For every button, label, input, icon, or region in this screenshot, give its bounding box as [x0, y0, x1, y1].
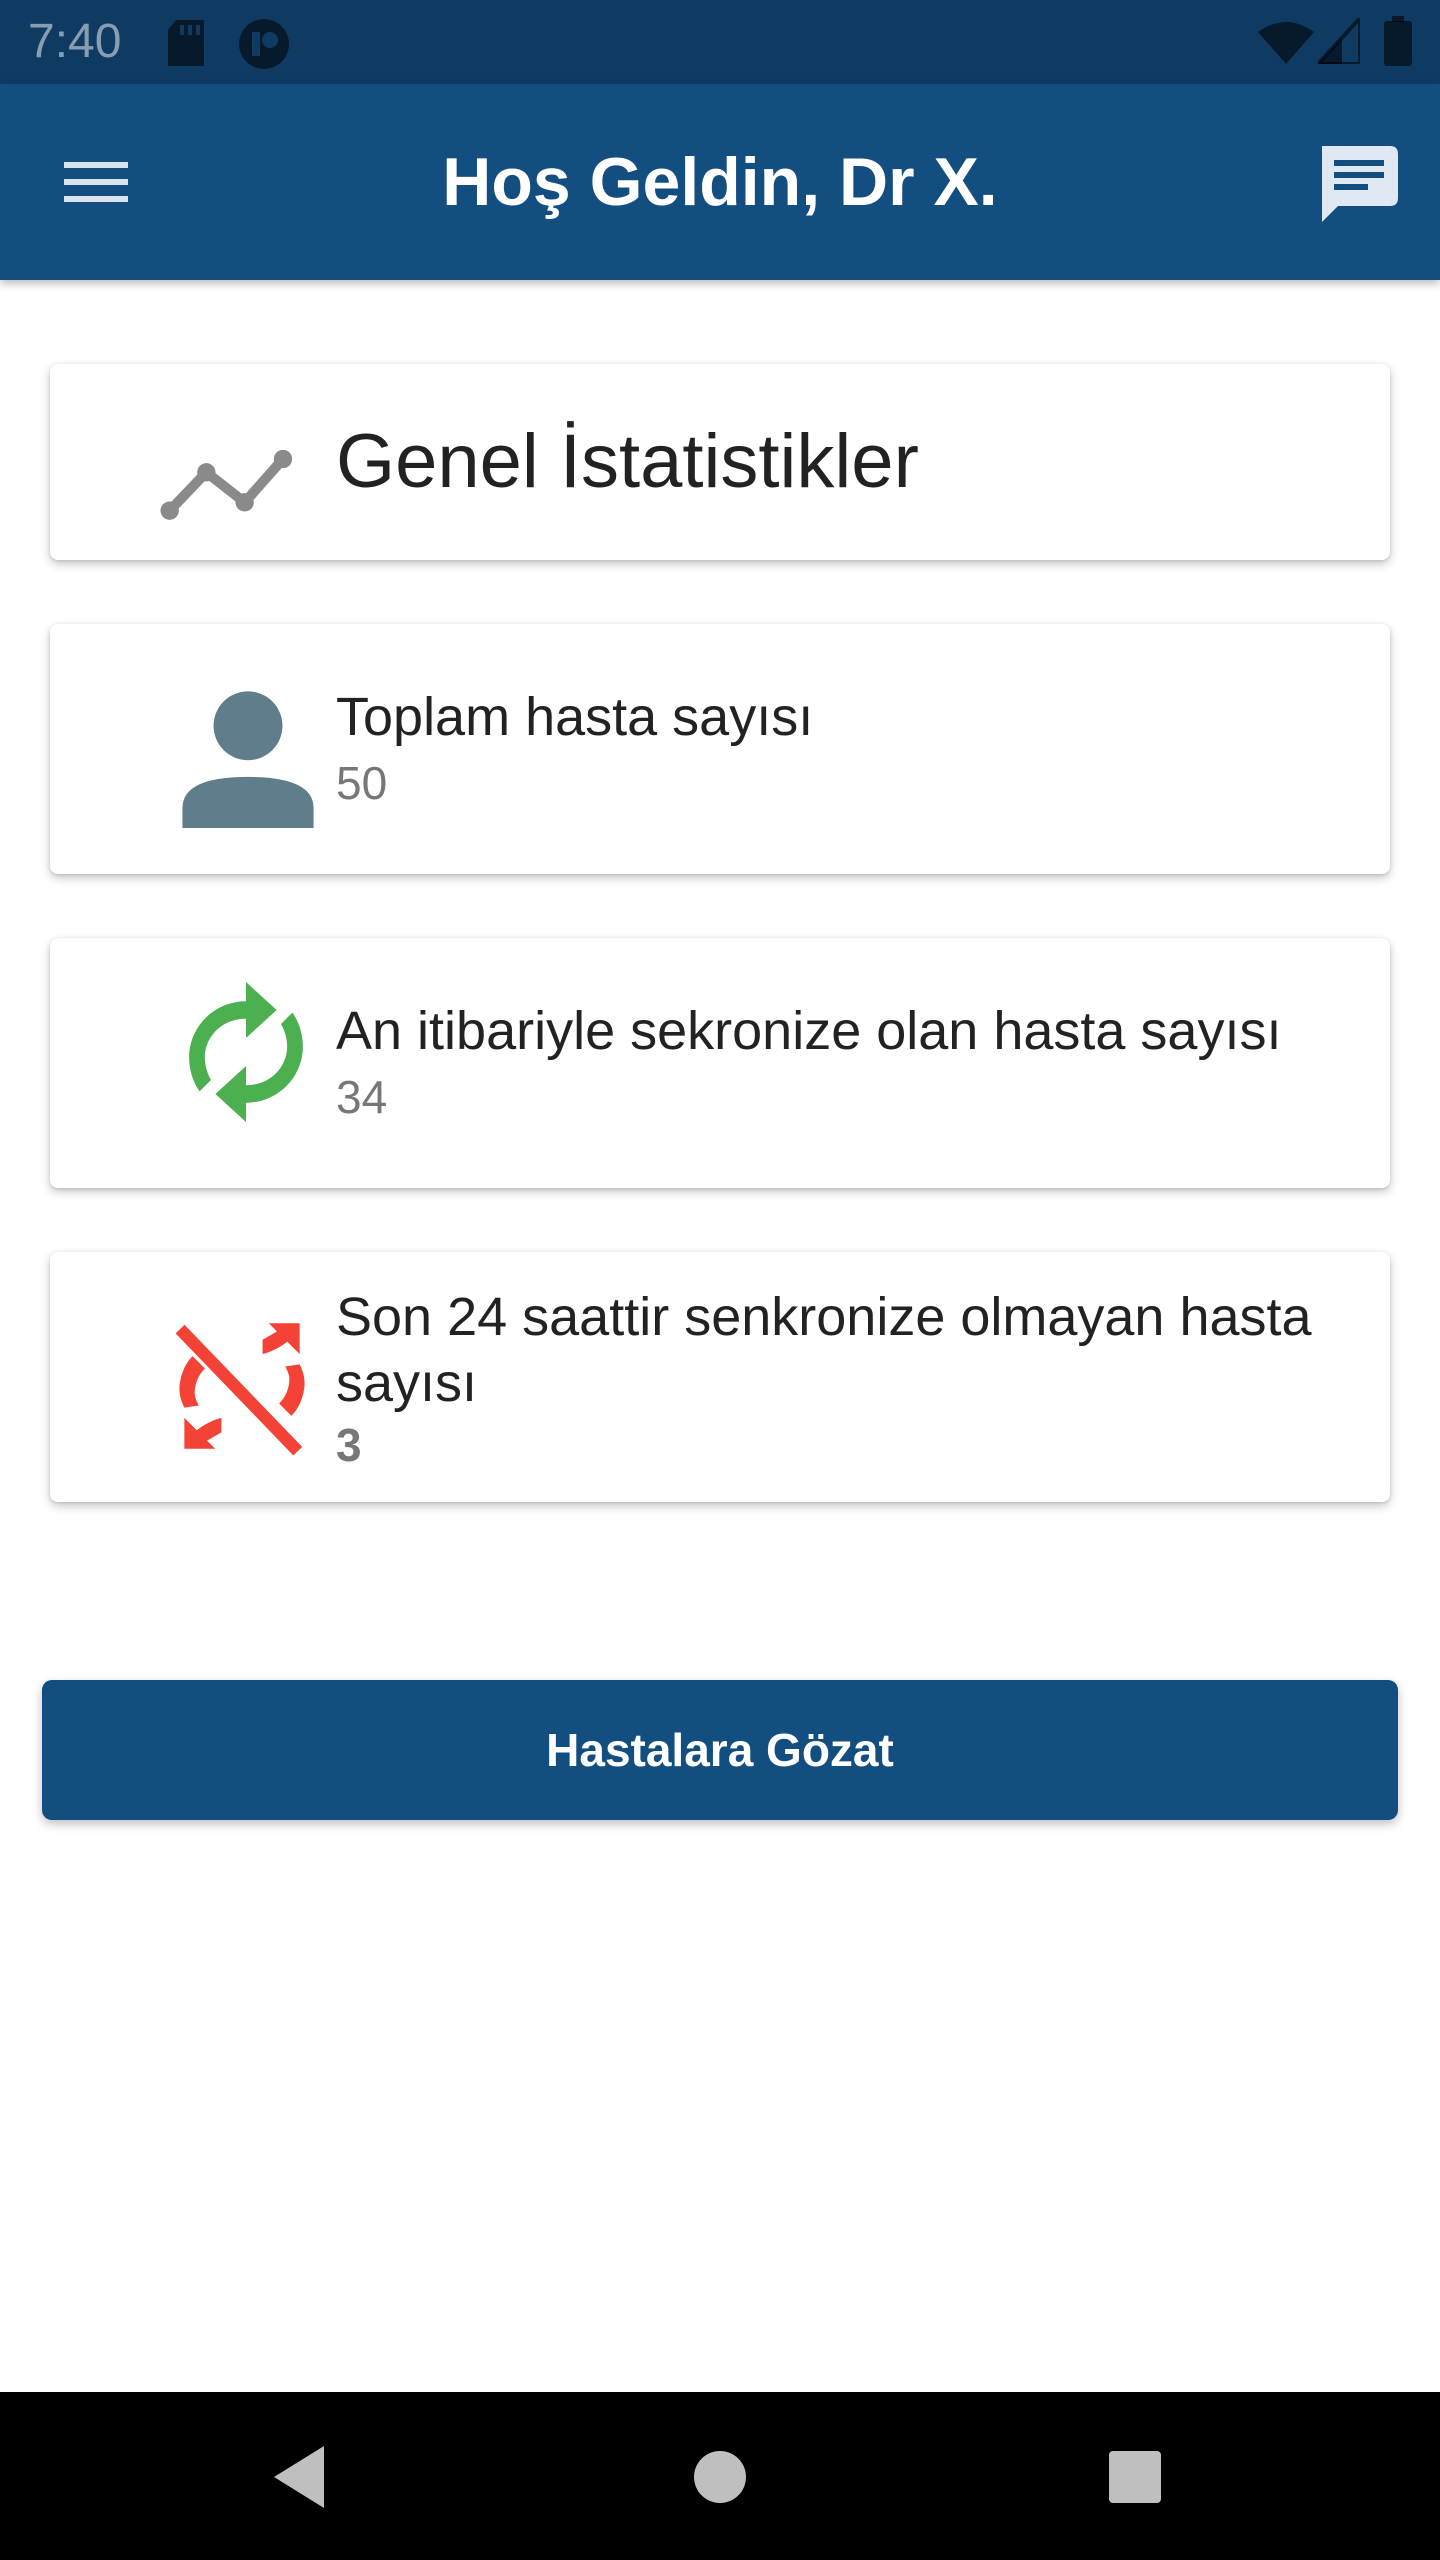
- page-title: Hoş Geldin, Dr X.: [442, 144, 998, 220]
- home-icon[interactable]: [675, 2432, 765, 2522]
- browse-patients-button[interactable]: Hastalara Gözat: [42, 1680, 1398, 1820]
- stat-value: 50: [336, 757, 388, 809]
- app-bar: Hoş Geldin, Dr X.: [0, 84, 1440, 280]
- navigation-bar: [0, 2392, 1440, 2560]
- stat-title: Son 24 saattir senkronize olmayan hasta …: [336, 1287, 1312, 1413]
- back-icon[interactable]: [254, 2432, 344, 2522]
- signal-icon: [1318, 18, 1360, 64]
- stats-header-card: Genel İstatistikler: [50, 364, 1390, 560]
- person-icon: [182, 691, 314, 828]
- stat-title: An itibariyle sekronize olan hasta sayıs…: [336, 1001, 1282, 1061]
- message-icon: [1322, 146, 1398, 222]
- app-notification-icon: [239, 19, 289, 69]
- stat-value: 34: [336, 1071, 388, 1123]
- trend-line-icon: [160, 449, 293, 520]
- status-bar: 7:40: [0, 0, 1440, 84]
- stats-header-title: Genel İstatistikler: [336, 419, 919, 504]
- sd-card-icon: [168, 20, 204, 66]
- messages-button[interactable]: [1308, 142, 1404, 226]
- stat-title: Toplam hasta sayısı: [336, 687, 814, 747]
- wifi-icon: [1258, 22, 1314, 64]
- stat-card-unsynced-patients: Son 24 saattir senkronize olmayan hasta …: [50, 1252, 1390, 1502]
- stat-value: 3: [336, 1419, 362, 1471]
- sync-icon: [189, 982, 303, 1122]
- status-time: 7:40: [28, 15, 122, 68]
- sync-disabled-icon: [175, 1323, 305, 1456]
- battery-icon: [1384, 16, 1412, 66]
- stat-card-total-patients: Toplam hasta sayısı 50: [50, 624, 1390, 874]
- recents-icon[interactable]: [1090, 2432, 1180, 2522]
- stat-card-synced-patients: An itibariyle sekronize olan hasta sayıs…: [50, 938, 1390, 1188]
